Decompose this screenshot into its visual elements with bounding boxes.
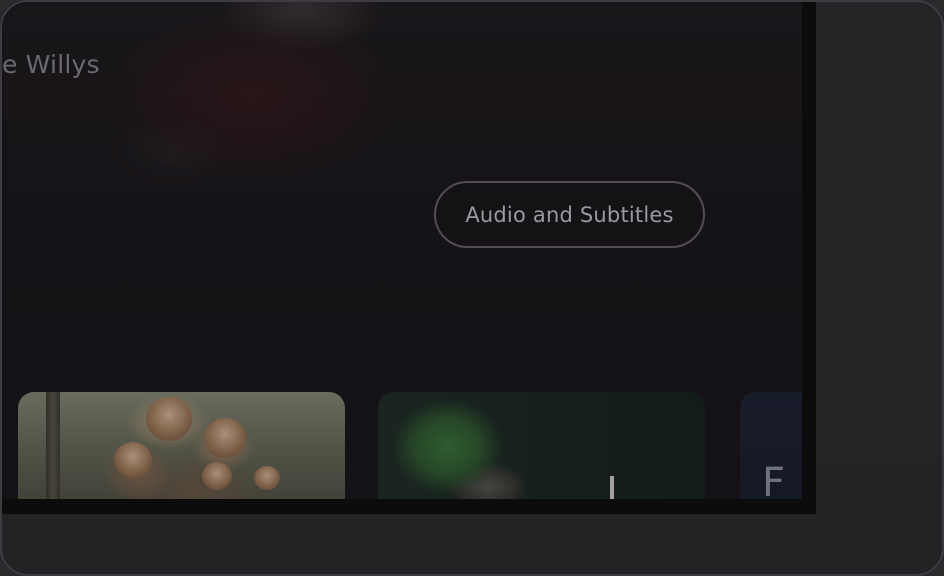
monkey-figure	[204, 418, 246, 458]
monkey-figure	[254, 466, 280, 490]
monkey-figure	[202, 462, 232, 490]
partial-thumbnail[interactable]: F	[740, 392, 802, 499]
tree-trunk-decoration	[46, 392, 60, 499]
title-glyph	[610, 476, 614, 499]
tv-screen: ce Willys Audio and Subtitles F	[2, 2, 802, 499]
hedgehog-image	[378, 392, 528, 499]
monkeys-thumbnail[interactable]	[18, 392, 345, 499]
partial-title-text: F	[762, 460, 788, 499]
content-row: F	[2, 392, 802, 499]
hero-credit-text: ce Willys	[2, 50, 100, 79]
device-frame: ce Willys Audio and Subtitles F	[0, 0, 944, 576]
hedgehog-thumbnail[interactable]	[378, 392, 705, 499]
audio-subtitles-button[interactable]: Audio and Subtitles	[434, 181, 705, 248]
monkey-figure	[146, 397, 192, 441]
monkey-figure	[114, 442, 152, 478]
